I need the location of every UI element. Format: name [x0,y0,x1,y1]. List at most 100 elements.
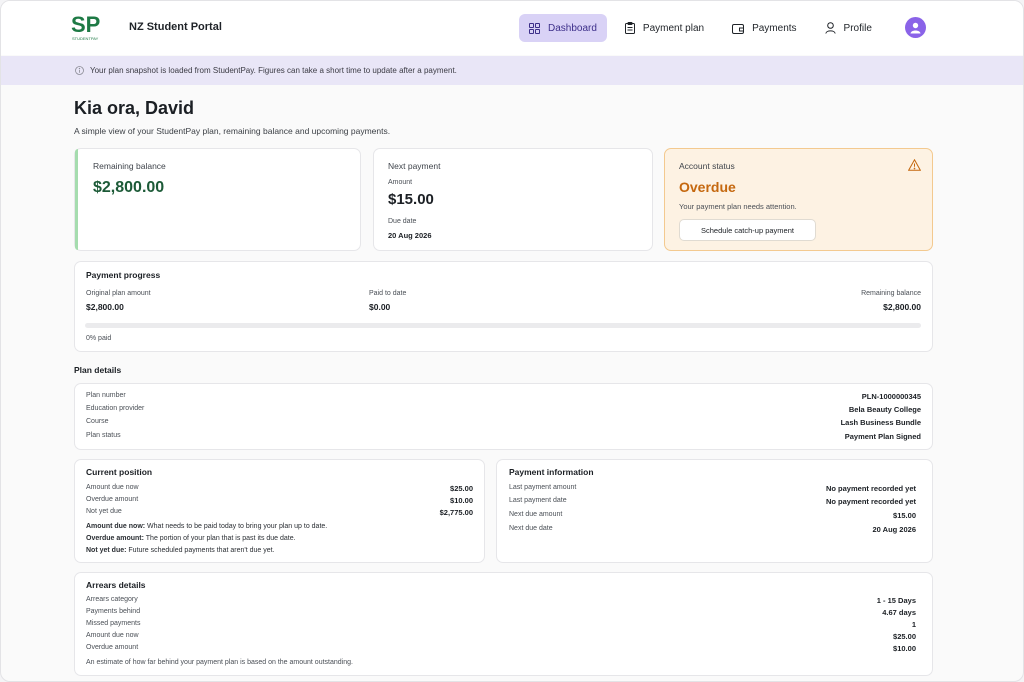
top-header: SP STUDENTPAY NZ Student Portal Dashboar… [1,1,1023,55]
amount-due-now-label: Amount due now [86,484,139,491]
account-status-value: Overdue [679,179,736,195]
nav-payment-plan-label: Payment plan [642,22,705,34]
education-provider-value: Bela Beauty College [848,405,921,414]
payment-information-card: Payment information Last payment amount … [496,459,933,563]
note-amount-due-now: Amount due now: What needs to be paid to… [86,523,327,530]
schedule-catch-up-button[interactable]: Schedule catch-up payment [679,219,816,241]
missed-payments-label: Missed payments [86,620,141,627]
studentpay-logo[interactable]: SP STUDENTPAY [71,12,109,42]
warning-icon [908,159,921,171]
grid-icon [529,22,540,34]
paid-to-date-label: Paid to date [369,290,407,297]
note-text: What needs to be paid today to bring you… [145,523,328,530]
plan-number-label: Plan number [86,392,126,399]
missed-payments-value: 1 [911,620,916,629]
current-position-title: Current position [86,467,153,477]
next-payment-due-date: 20 Aug 2026 [388,231,432,240]
overdue-amount-label: Overdue amount [86,496,139,503]
note-term: Overdue amount: [86,535,144,542]
app-window: SP STUDENTPAY NZ Student Portal Dashboar… [0,0,1024,682]
account-status-message: Your payment plan needs attention. [679,202,797,211]
plan-details-card: Plan number PLN-1000000345 Education pro… [74,383,933,450]
current-position-card: Current position Amount due now $25.00 O… [74,459,485,563]
next-due-amount-label: Next due amount [509,511,563,518]
original-plan-value: $2,800.00 [86,302,124,312]
nav-payment-plan[interactable]: Payment plan [615,14,714,42]
amount-due-now-value: $25.00 [450,484,473,493]
info-banner: Your plan snapshot is loaded from Studen… [1,56,1023,85]
nav-dashboard-label: Dashboard [548,22,597,34]
arrears-footnote: An estimate of how far behind your payme… [86,659,353,666]
nav-dashboard[interactable]: Dashboard [519,14,607,42]
last-payment-amount-value: No payment recorded yet [825,484,916,493]
svg-text:SP: SP [71,12,100,37]
remaining-balance-value-2: $2,800.00 [883,302,921,312]
remaining-balance-value: $2,800.00 [93,179,165,196]
next-due-date-value: 20 Aug 2026 [872,525,917,534]
next-payment-card: Next payment Amount $15.00 Due date 20 A… [373,148,653,251]
not-yet-due-label: Not yet due [86,508,122,515]
payments-behind-value: 4.67 days [882,608,916,617]
arrears-details-card: Arrears details Arrears category 1 - 15 … [74,572,933,676]
next-payment-due-label: Due date [388,218,417,225]
percent-paid: 0% paid [86,335,112,342]
avatar[interactable] [905,17,926,38]
arrears-category-label: Arrears category [86,596,138,603]
next-payment-amount-label: Amount [388,179,413,186]
payment-progress-card: Payment progress Original plan amount $2… [74,261,933,352]
note-overdue-amount: Overdue amount: The portion of your plan… [86,535,296,542]
payment-progress-title: Payment progress [86,270,161,280]
account-status-card: Account status Overdue Your payment plan… [664,148,933,251]
last-payment-amount-label: Last payment amount [509,484,577,491]
plan-details-title: Plan details [74,365,122,375]
overdue-amount-value: $10.00 [450,496,473,505]
payments-behind-label: Payments behind [86,608,141,615]
not-yet-due-value: $2,775.00 [439,508,473,517]
main-nav: Dashboard Payment plan Payments Profile [519,14,890,42]
plan-status-value: Payment Plan Signed [844,432,921,441]
arrears-overdue-amount-label: Overdue amount [86,644,139,651]
arrears-amount-due-now-label: Amount due now [86,632,139,639]
next-payment-label: Next payment [388,161,441,171]
note-not-yet-due: Not yet due: Future scheduled payments t… [86,547,275,554]
plan-number-value: PLN-1000000345 [861,392,921,401]
page-title: Kia ora, David [74,98,195,118]
plan-status-label: Plan status [86,432,121,439]
user-avatar-icon [910,22,921,34]
nav-payments-label: Payments [752,22,797,34]
payment-information-title: Payment information [509,467,594,477]
page-subtitle: A simple view of your StudentPay plan, r… [74,126,391,136]
next-due-amount-value: $15.00 [893,511,916,520]
wallet-icon [732,23,745,34]
nav-profile[interactable]: Profile [815,14,882,42]
arrears-amount-due-now-value: $25.00 [893,632,916,641]
paid-to-date-value: $0.00 [369,302,391,312]
note-text: Future scheduled payments that aren't du… [126,547,275,554]
remaining-balance-card: Remaining balance $2,800.00 [74,148,361,251]
last-payment-date-label: Last payment date [509,497,567,504]
next-payment-amount: $15.00 [388,191,434,208]
note-term: Amount due now: [86,523,146,530]
remaining-balance-label-2: Remaining balance [861,290,921,297]
education-provider-label: Education provider [86,405,145,412]
nav-profile-label: Profile [843,22,872,34]
info-banner-text: Your plan snapshot is loaded from Studen… [90,66,457,75]
arrears-details-title: Arrears details [86,580,146,590]
account-status-label: Account status [679,161,735,171]
remaining-balance-label: Remaining balance [93,161,166,171]
nav-payments[interactable]: Payments [722,14,806,42]
progress-bar [85,323,921,328]
user-icon [824,22,836,34]
card-accent-bar [75,149,78,250]
next-due-date-label: Next due date [509,525,553,532]
arrears-category-value: 1 - 15 Days [876,596,916,605]
portal-title: NZ Student Portal [129,21,222,33]
info-icon [75,66,84,75]
arrears-overdue-amount-value: $10.00 [893,644,916,653]
course-label: Course [86,418,109,425]
note-term: Not yet due: [86,547,127,554]
clipboard-icon [624,22,635,34]
last-payment-date-value: No payment recorded yet [825,497,916,506]
original-plan-label: Original plan amount [86,290,151,297]
course-value: Lash Business Bundle [840,418,921,427]
